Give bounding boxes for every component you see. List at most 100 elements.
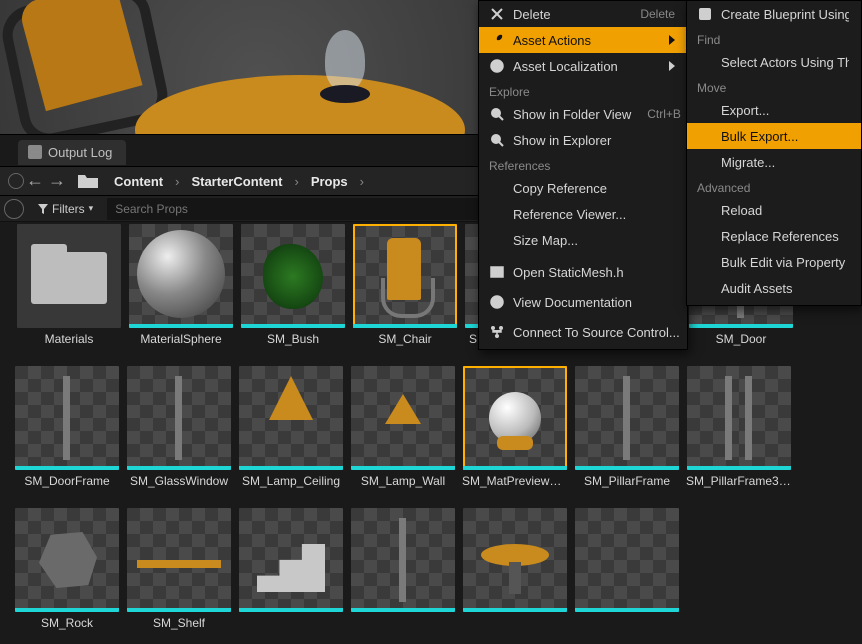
menu-section-advanced: Advanced (687, 175, 861, 197)
menu-view-documentation[interactable]: View Documentation (479, 289, 687, 315)
asset-sm-pillarframe300[interactable]: SM_PillarFrame300 (686, 366, 792, 502)
menu-bulk-export[interactable]: Bulk Export... (687, 123, 861, 149)
asset-label: SM_GlassWindow (126, 470, 232, 502)
asset-partial-2[interactable] (350, 508, 456, 644)
delete-icon (489, 6, 505, 22)
menu-select-actors[interactable]: Select Actors Using This Asset (687, 49, 861, 75)
asset-sm-glasswindow[interactable]: SM_GlassWindow (126, 366, 232, 502)
menu-label: Show in Folder View (513, 107, 631, 122)
asset-context-menu: Delete Delete Asset Actions Asset Locali… (478, 0, 688, 350)
asset-partial-4[interactable] (574, 508, 680, 644)
breadcrumb-root[interactable]: Content (108, 174, 169, 189)
view-options-button[interactable] (4, 199, 24, 219)
menu-reload[interactable]: Reload (687, 197, 861, 223)
menu-label: Select Actors Using This Asset (721, 55, 849, 70)
menu-migrate[interactable]: Migrate... (687, 149, 861, 175)
menu-label: Audit Assets (721, 281, 793, 296)
wrench-icon (489, 32, 505, 48)
blank-icon (697, 54, 713, 70)
asset-label: SM_PillarFrame300 (686, 470, 792, 502)
menu-asset-actions[interactable]: Asset Actions (479, 27, 687, 53)
menu-asset-localization[interactable]: Asset Localization (479, 53, 687, 79)
menu-open-header[interactable]: Open StaticMesh.h (479, 259, 687, 285)
asset-folder-materials[interactable]: Materials (16, 224, 122, 360)
blueprint-icon (697, 6, 713, 22)
menu-size-map[interactable]: Size Map... (479, 227, 687, 253)
asset-label (462, 612, 568, 644)
menu-replace-references[interactable]: Replace References (687, 223, 861, 249)
caret-down-icon: ▾ (89, 203, 94, 214)
asset-material-sphere[interactable]: MaterialSphere (128, 224, 234, 360)
menu-section-references: References (479, 153, 687, 175)
menu-shortcut: Delete (640, 7, 675, 21)
asset-sm-pillarframe[interactable]: SM_PillarFrame (574, 366, 680, 502)
asset-sm-matpreviewmesh[interactable]: SM_MatPreviewMesh_02 (462, 366, 568, 502)
asset-sm-lamp-wall[interactable]: SM_Lamp_Wall (350, 366, 456, 502)
asset-label (350, 612, 456, 644)
asset-sm-doorframe[interactable]: SM_DoorFrame (14, 366, 120, 502)
asset-label: MaterialSphere (128, 328, 234, 360)
menu-label: Open StaticMesh.h (513, 265, 624, 280)
asset-sm-lamp-ceiling[interactable]: SM_Lamp_Ceiling (238, 366, 344, 502)
asset-partial-1[interactable] (238, 508, 344, 644)
menu-reference-viewer[interactable]: Reference Viewer... (479, 201, 687, 227)
filters-label: Filters (52, 202, 85, 216)
menu-label: Size Map... (513, 233, 578, 248)
menu-audit-assets[interactable]: Audit Assets (687, 275, 861, 301)
asset-label: SM_Shelf (126, 612, 232, 644)
menu-label: Asset Localization (513, 59, 618, 74)
blank-icon (489, 206, 505, 222)
blank-icon (697, 202, 713, 218)
tab-label: Output Log (48, 145, 112, 160)
breadcrumb-folder-2[interactable]: Props (305, 174, 354, 189)
asset-label: SM_Chair (352, 328, 458, 360)
menu-show-in-explorer[interactable]: Show in Explorer (479, 127, 687, 153)
asset-label: SM_Lamp_Ceiling (238, 470, 344, 502)
blank-icon (697, 228, 713, 244)
breadcrumb-folder-1[interactable]: StarterContent (185, 174, 288, 189)
menu-section-find: Find (687, 27, 861, 49)
menu-section-move: Move (687, 75, 861, 97)
code-icon (489, 264, 505, 280)
log-icon (28, 145, 42, 159)
filters-dropdown[interactable]: Filters ▾ (30, 200, 101, 218)
menu-delete[interactable]: Delete Delete (479, 1, 687, 27)
asset-sm-rock[interactable]: SM_Rock (14, 508, 120, 644)
menu-export[interactable]: Export... (687, 97, 861, 123)
asset-sm-shelf[interactable]: SM_Shelf (126, 508, 232, 644)
asset-sm-bush[interactable]: SM_Bush (240, 224, 346, 360)
menu-bulk-edit[interactable]: Bulk Edit via Property Matrix... (687, 249, 861, 275)
menu-create-blueprint[interactable]: Create Blueprint Using This (687, 1, 861, 27)
menu-label: Delete (513, 7, 551, 22)
asset-label: SM_DoorFrame (14, 470, 120, 502)
menu-connect-source-control[interactable]: Connect To Source Control... (479, 319, 687, 345)
menu-label: Asset Actions (513, 33, 591, 48)
menu-copy-reference[interactable]: Copy Reference (479, 175, 687, 201)
asset-label: SM_MatPreviewMesh_02 (462, 470, 568, 502)
tab-output-log[interactable]: Output Log (18, 140, 126, 165)
menu-label: Show in Explorer (513, 133, 611, 148)
menu-label: Migrate... (721, 155, 775, 170)
asset-sm-chair[interactable]: SM_Chair (352, 224, 458, 360)
asset-label: SM_Rock (14, 612, 120, 644)
chevron-right-icon: › (288, 174, 304, 189)
menu-show-in-folder-view[interactable]: Show in Folder View Ctrl+B (479, 101, 687, 127)
viewport-prop-lamp (310, 30, 380, 120)
blank-icon (697, 254, 713, 270)
source-control-icon (489, 324, 505, 340)
asset-partial-3[interactable] (462, 508, 568, 644)
menu-label: Create Blueprint Using This (721, 7, 849, 22)
funnel-icon (38, 204, 48, 214)
nav-back-button[interactable]: ← (24, 170, 46, 192)
asset-label: SM_Door (688, 328, 794, 360)
menu-label: Bulk Export... (721, 129, 798, 144)
menu-label: View Documentation (513, 295, 632, 310)
blank-icon (489, 180, 505, 196)
asset-label (574, 612, 680, 644)
folder-icon (76, 172, 100, 190)
blank-icon (697, 128, 713, 144)
asset-label (238, 612, 344, 644)
content-add-button[interactable] (8, 173, 24, 189)
menu-label: Export... (721, 103, 769, 118)
nav-forward-button[interactable]: → (46, 170, 68, 192)
